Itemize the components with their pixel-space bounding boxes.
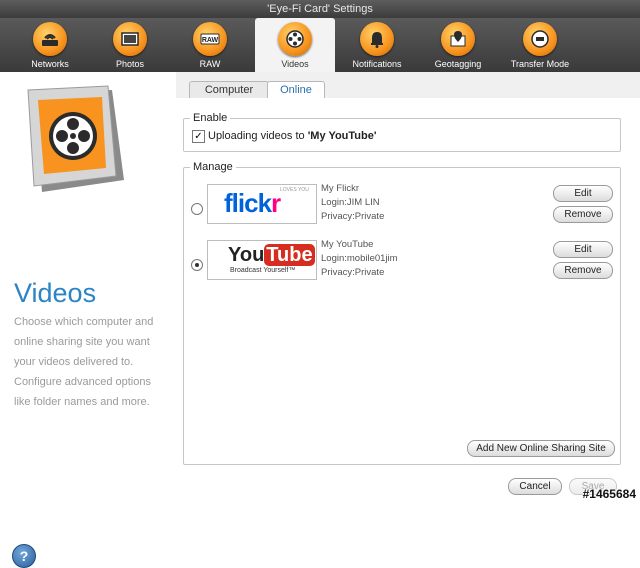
site-privacy: Privacy:Private	[321, 267, 385, 278]
toolbar-label: Geotagging	[434, 59, 482, 69]
youtube-tube: Tube	[264, 244, 315, 266]
toolbar-geotagging[interactable]: Geotagging	[418, 18, 498, 72]
enable-checkbox[interactable]: ✓	[192, 130, 205, 143]
raw-icon: RAW	[193, 22, 227, 56]
watermark: #1465684	[582, 487, 636, 501]
help-button[interactable]: ?	[12, 544, 36, 568]
enable-group-title: Enable	[190, 112, 231, 124]
left-panel: Videos Choose which computer and online …	[0, 72, 176, 568]
site-name: My Flickr	[321, 183, 359, 194]
bell-icon	[360, 22, 394, 56]
site-radio-flickr[interactable]	[191, 203, 203, 215]
toolbar-raw[interactable]: RAW RAW	[170, 18, 250, 72]
photos-icon	[113, 22, 147, 56]
site-info-flickr: My Flickr Login:JIM LIN Privacy:Private	[321, 182, 384, 224]
flickr-logo: flickr LOVES YOU	[207, 184, 317, 224]
page-title: Videos	[14, 278, 97, 308]
tab-computer[interactable]: Computer	[189, 81, 269, 99]
site-login: Login:JIM LIN	[321, 197, 380, 208]
transfer-mode-icon	[523, 22, 557, 56]
site-info-youtube: My YouTube Login:mobile01jim Privacy:Pri…	[321, 238, 398, 280]
site-name: My YouTube	[321, 239, 374, 250]
toolbar-label: Notifications	[352, 59, 402, 69]
manage-group-title: Manage	[190, 161, 236, 173]
site-login: Login:mobile01jim	[321, 253, 398, 264]
flickr-wordmark: flickr	[224, 188, 281, 218]
svg-text:RAW: RAW	[202, 37, 219, 44]
enable-checkbox-label: Uploading videos to 'My YouTube'	[208, 130, 376, 142]
edit-button-youtube[interactable]: Edit	[553, 241, 613, 258]
toolbar-networks[interactable]: Networks	[10, 18, 90, 72]
toolbar-notifications[interactable]: Notifications	[337, 18, 417, 72]
toolbar-label: Photos	[115, 59, 145, 69]
site-radio-youtube[interactable]	[191, 259, 203, 271]
tab-panel: Enable ✓ Uploading videos to 'My YouTube…	[176, 98, 640, 503]
youtube-tagline: Broadcast Yourself™	[230, 267, 296, 274]
flickr-tagline: LOVES YOU	[280, 187, 309, 193]
toolbar-label: Videos	[281, 59, 309, 69]
edit-button-flickr[interactable]: Edit	[553, 185, 613, 202]
toolbar: Networks Photos RAW RAW Videos Notificat…	[0, 18, 640, 72]
map-pin-icon	[441, 22, 475, 56]
film-reel-icon	[278, 22, 312, 56]
add-site-button[interactable]: Add New Online Sharing Site	[467, 440, 615, 457]
film-reel-icon	[20, 84, 128, 196]
enable-label-site: 'My YouTube'	[307, 130, 377, 142]
enable-label-prefix: Uploading videos to	[208, 130, 308, 142]
toolbar-videos[interactable]: Videos	[255, 18, 335, 72]
toolbar-label: RAW	[199, 59, 221, 69]
cancel-button[interactable]: Cancel	[508, 478, 562, 495]
page-description: Choose which computer and online sharing…	[14, 316, 154, 408]
youtube-you: You	[228, 244, 265, 266]
toolbar-label: Networks	[31, 59, 69, 69]
toolbar-transfer-mode[interactable]: Transfer Mode	[500, 18, 580, 72]
remove-button-flickr[interactable]: Remove	[553, 206, 613, 223]
youtube-logo: You Tube Broadcast Yourself™	[207, 240, 317, 280]
site-privacy: Privacy:Private	[321, 211, 385, 222]
toolbar-photos[interactable]: Photos	[90, 18, 170, 72]
toolbar-label: Transfer Mode	[510, 59, 570, 69]
remove-button-youtube[interactable]: Remove	[553, 262, 613, 279]
youtube-wordmark: You Tube	[228, 243, 315, 267]
window-title: 'Eye-Fi Card' Settings	[0, 0, 640, 19]
router-icon	[33, 22, 67, 56]
